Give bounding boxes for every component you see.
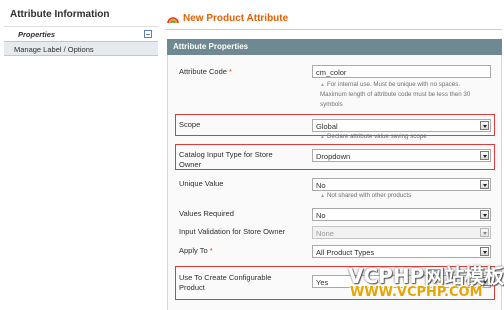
values-required-label: Values Required (179, 209, 234, 218)
unique-value-label: Unique Value (179, 179, 224, 188)
title-divider (165, 29, 502, 30)
section-header: Attribute Properties (167, 39, 502, 55)
unique-value-note-text: Not shared with other products (326, 192, 412, 199)
note-triangle-icon: ▲ (320, 193, 325, 199)
catalog-input-highlight (175, 144, 495, 170)
values-required-select[interactable]: No (312, 208, 491, 221)
scope-highlight (175, 114, 495, 136)
input-validation-select: None (312, 226, 491, 239)
required-marker: * (229, 67, 232, 76)
apply-to-label: Apply To * (179, 246, 213, 256)
input-validation-value: None (316, 229, 334, 238)
unique-value-value: No (316, 181, 326, 190)
unique-value-note: ▲ Not shared with other products (320, 191, 498, 201)
watermark-line2: WWW.VCPHP.COM (350, 285, 483, 300)
collapse-icon[interactable] (144, 30, 152, 38)
rainbow-icon (167, 12, 179, 24)
tab-manage-label-options-label: Manage Label / Options (14, 45, 94, 54)
page-header: New Product Attribute (167, 10, 288, 26)
sidebar: Attribute Information Properties Manage … (4, 4, 158, 56)
attribute-code-input[interactable]: cm_color (312, 65, 491, 78)
attribute-code-note-2: Maximum length of attribute code must be… (320, 91, 471, 98)
page-title: New Product Attribute (183, 12, 289, 24)
attribute-code-note-3: symbols (320, 101, 343, 108)
watermark: VCPHP网站模板 WWW.VCPHP.COM (348, 258, 504, 310)
input-validation-label: Input Validation for Store Owner (179, 227, 286, 236)
attribute-code-note-1-text: For internal use. Must be unique with no… (326, 81, 461, 88)
attribute-code-note-1: ▲ For internal use. Must be unique with n… (320, 80, 498, 90)
apply-to-value: All Product Types (316, 248, 375, 257)
apply-to-select[interactable]: All Product Types (312, 245, 491, 258)
attribute-code-label-text: Attribute Code (179, 67, 227, 76)
chevron-down-icon[interactable] (480, 247, 489, 256)
chevron-down-icon[interactable] (480, 210, 489, 219)
apply-to-label-text: Apply To (179, 246, 208, 255)
values-required-value: No (316, 211, 326, 220)
attribute-code-label: Attribute Code * (179, 67, 232, 77)
tab-manage-label-options[interactable]: Manage Label / Options (4, 41, 158, 56)
required-marker: * (209, 246, 213, 255)
tab-properties[interactable]: Properties (4, 26, 158, 41)
unique-value-select[interactable]: No (312, 178, 491, 191)
chevron-down-icon[interactable] (480, 180, 489, 189)
sidebar-title: Attribute Information (10, 9, 110, 20)
tab-properties-label: Properties (18, 30, 56, 39)
chevron-down-icon (480, 228, 489, 237)
note-triangle-icon: ▲ (320, 82, 325, 88)
